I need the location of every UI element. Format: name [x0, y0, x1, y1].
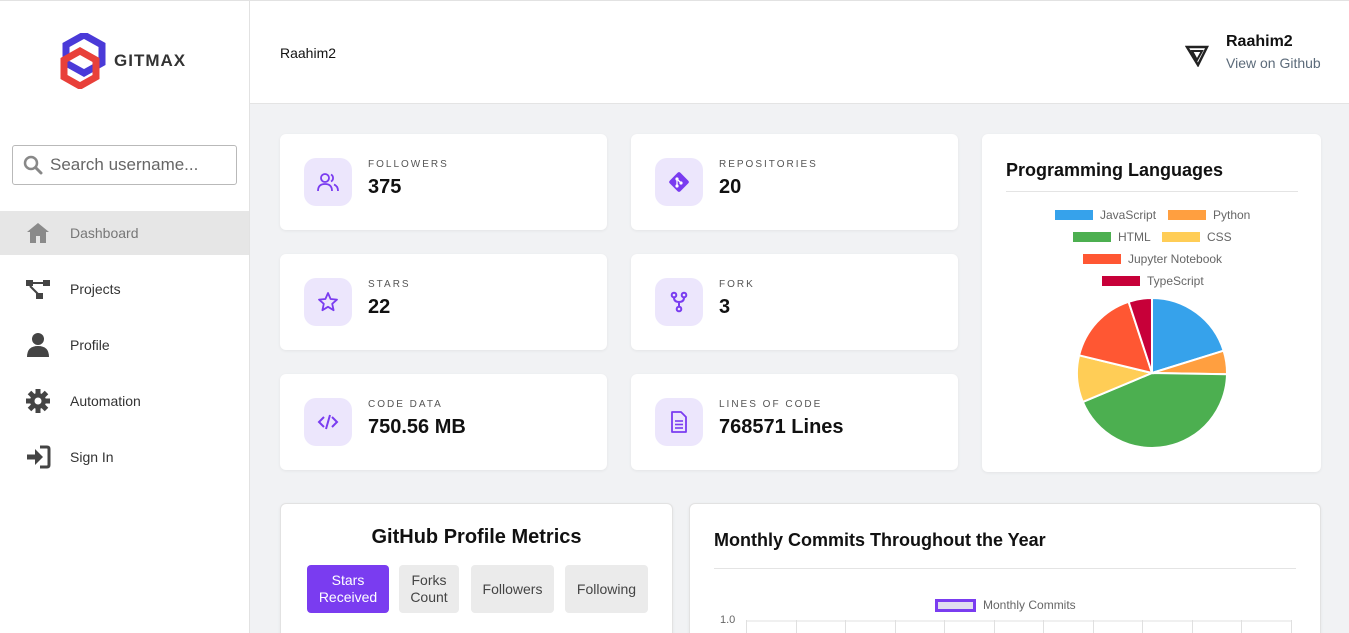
followers-button[interactable]: Followers: [471, 565, 554, 613]
stat-label: CODE DATA: [368, 399, 443, 410]
stat-label: REPOSITORIES: [719, 159, 818, 170]
legend-label: Python: [1213, 208, 1251, 222]
sidebar-item-dashboard[interactable]: Dashboard: [0, 211, 249, 255]
following-button[interactable]: Following: [565, 565, 648, 613]
sign-in-icon: [25, 444, 51, 470]
legend-swatch: [935, 598, 976, 612]
gitmax-logo-icon: [60, 33, 106, 89]
divider: [1006, 191, 1298, 192]
commits-title: Monthly Commits Throughout the Year: [714, 530, 1046, 550]
sidebar-item-sign-in[interactable]: Sign In: [0, 435, 249, 479]
user-icon: [25, 332, 51, 358]
sidebar-item-label: Sign In: [70, 449, 114, 465]
stat-label: LINES OF CODE: [719, 399, 823, 410]
legend-item-css[interactable]: CSS: [1162, 230, 1232, 244]
y-tick-label: 1.0: [720, 614, 736, 626]
sidebar-item-automation[interactable]: Automation: [0, 379, 249, 423]
stars-received-button[interactable]: Stars Received: [307, 565, 389, 613]
stat-card-followers: FOLLOWERS 375: [280, 134, 607, 230]
stat-card-fork: FORK 3: [631, 254, 958, 350]
languages-title: Programming Languages: [1006, 160, 1224, 180]
stat-value: 750.56 MB: [368, 416, 466, 438]
gear-icon: [25, 388, 51, 414]
legend-swatch: [1102, 276, 1140, 286]
stat-label: FORK: [719, 279, 755, 290]
legend-label: Monthly Commits: [983, 598, 1076, 612]
top-header: Raahim2 Raahim2 View on Github: [250, 0, 1349, 104]
languages-card: Programming Languages JavaScript Python …: [982, 134, 1321, 472]
legend-label: HTML: [1118, 230, 1151, 244]
sitemap-icon: [25, 276, 51, 302]
legend-item-python[interactable]: Python: [1168, 208, 1250, 222]
git-icon: [655, 158, 703, 206]
stat-label: FOLLOWERS: [368, 159, 449, 170]
view-on-github-link[interactable]: View on Github: [1226, 55, 1321, 71]
search-box[interactable]: [12, 145, 237, 185]
stat-value: 3: [719, 296, 731, 318]
legend-swatch: [1073, 232, 1111, 242]
users-icon: [304, 158, 352, 206]
sidebar-item-label: Projects: [70, 281, 121, 297]
sidebar-item-label: Automation: [70, 393, 141, 409]
stat-card-repositories: REPOSITORIES 20: [631, 134, 958, 230]
divider: [714, 568, 1296, 569]
home-icon: [25, 220, 51, 246]
legend-swatch: [1083, 254, 1121, 264]
metrics-card: GitHub Profile Metrics Stars Received Fo…: [280, 503, 673, 633]
legend-label: TypeScript: [1147, 274, 1204, 288]
stat-value: 375: [368, 176, 402, 198]
sidebar-item-label: Profile: [70, 337, 110, 353]
legend-swatch: [1055, 210, 1093, 220]
legend-label: Jupyter Notebook: [1128, 252, 1223, 266]
user-name: Raahim2: [1226, 33, 1293, 50]
commits-card: Monthly Commits Throughout the Year Mont…: [689, 503, 1321, 633]
search-icon: [23, 155, 43, 175]
legend-swatch: [1162, 232, 1200, 242]
brand-name: GITMAX: [114, 51, 187, 70]
brand-logo[interactable]: GITMAX: [60, 33, 186, 89]
legend-label: JavaScript: [1100, 208, 1157, 222]
sidebar-item-projects[interactable]: Projects: [0, 267, 249, 311]
stat-card-code-data: CODE DATA 750.56 MB: [280, 374, 607, 470]
stat-value: 20: [719, 176, 742, 198]
stat-value: 22: [368, 296, 391, 318]
languages-pie-chart: [1076, 297, 1228, 449]
code-icon: [304, 398, 352, 446]
sidebar: GITMAX Dashboard Projects Profile: [0, 0, 250, 633]
legend-item-typescript[interactable]: TypeScript: [1102, 274, 1204, 288]
stat-card-stars: STARS 22: [280, 254, 607, 350]
sidebar-nav: Dashboard Projects Profile Automation Si…: [0, 211, 249, 491]
metrics-title: GitHub Profile Metrics: [371, 526, 582, 548]
legend-item-html[interactable]: HTML: [1073, 230, 1151, 244]
stat-value: 768571 Lines: [719, 416, 844, 438]
legend-swatch: [1168, 210, 1206, 220]
fork-icon: [655, 278, 703, 326]
sidebar-item-label: Dashboard: [70, 225, 139, 241]
file-icon: [655, 398, 703, 446]
stat-card-lines-of-code: LINES OF CODE 768571 Lines: [631, 374, 958, 470]
breadcrumb: Raahim2: [280, 45, 337, 61]
user-avatar-icon: [1185, 45, 1209, 67]
sidebar-item-profile[interactable]: Profile: [0, 323, 249, 367]
stat-label: STARS: [368, 279, 411, 290]
legend-label: CSS: [1207, 230, 1232, 244]
forks-count-button[interactable]: Forks Count: [399, 565, 459, 613]
star-icon: [304, 278, 352, 326]
commits-chart-grid: [746, 620, 1292, 633]
search-input[interactable]: [50, 155, 230, 175]
legend-item-jupyter-notebook[interactable]: Jupyter Notebook: [1083, 252, 1222, 266]
legend-item-monthly-commits[interactable]: Monthly Commits: [935, 598, 1076, 612]
legend-item-javascript[interactable]: JavaScript: [1055, 208, 1156, 222]
